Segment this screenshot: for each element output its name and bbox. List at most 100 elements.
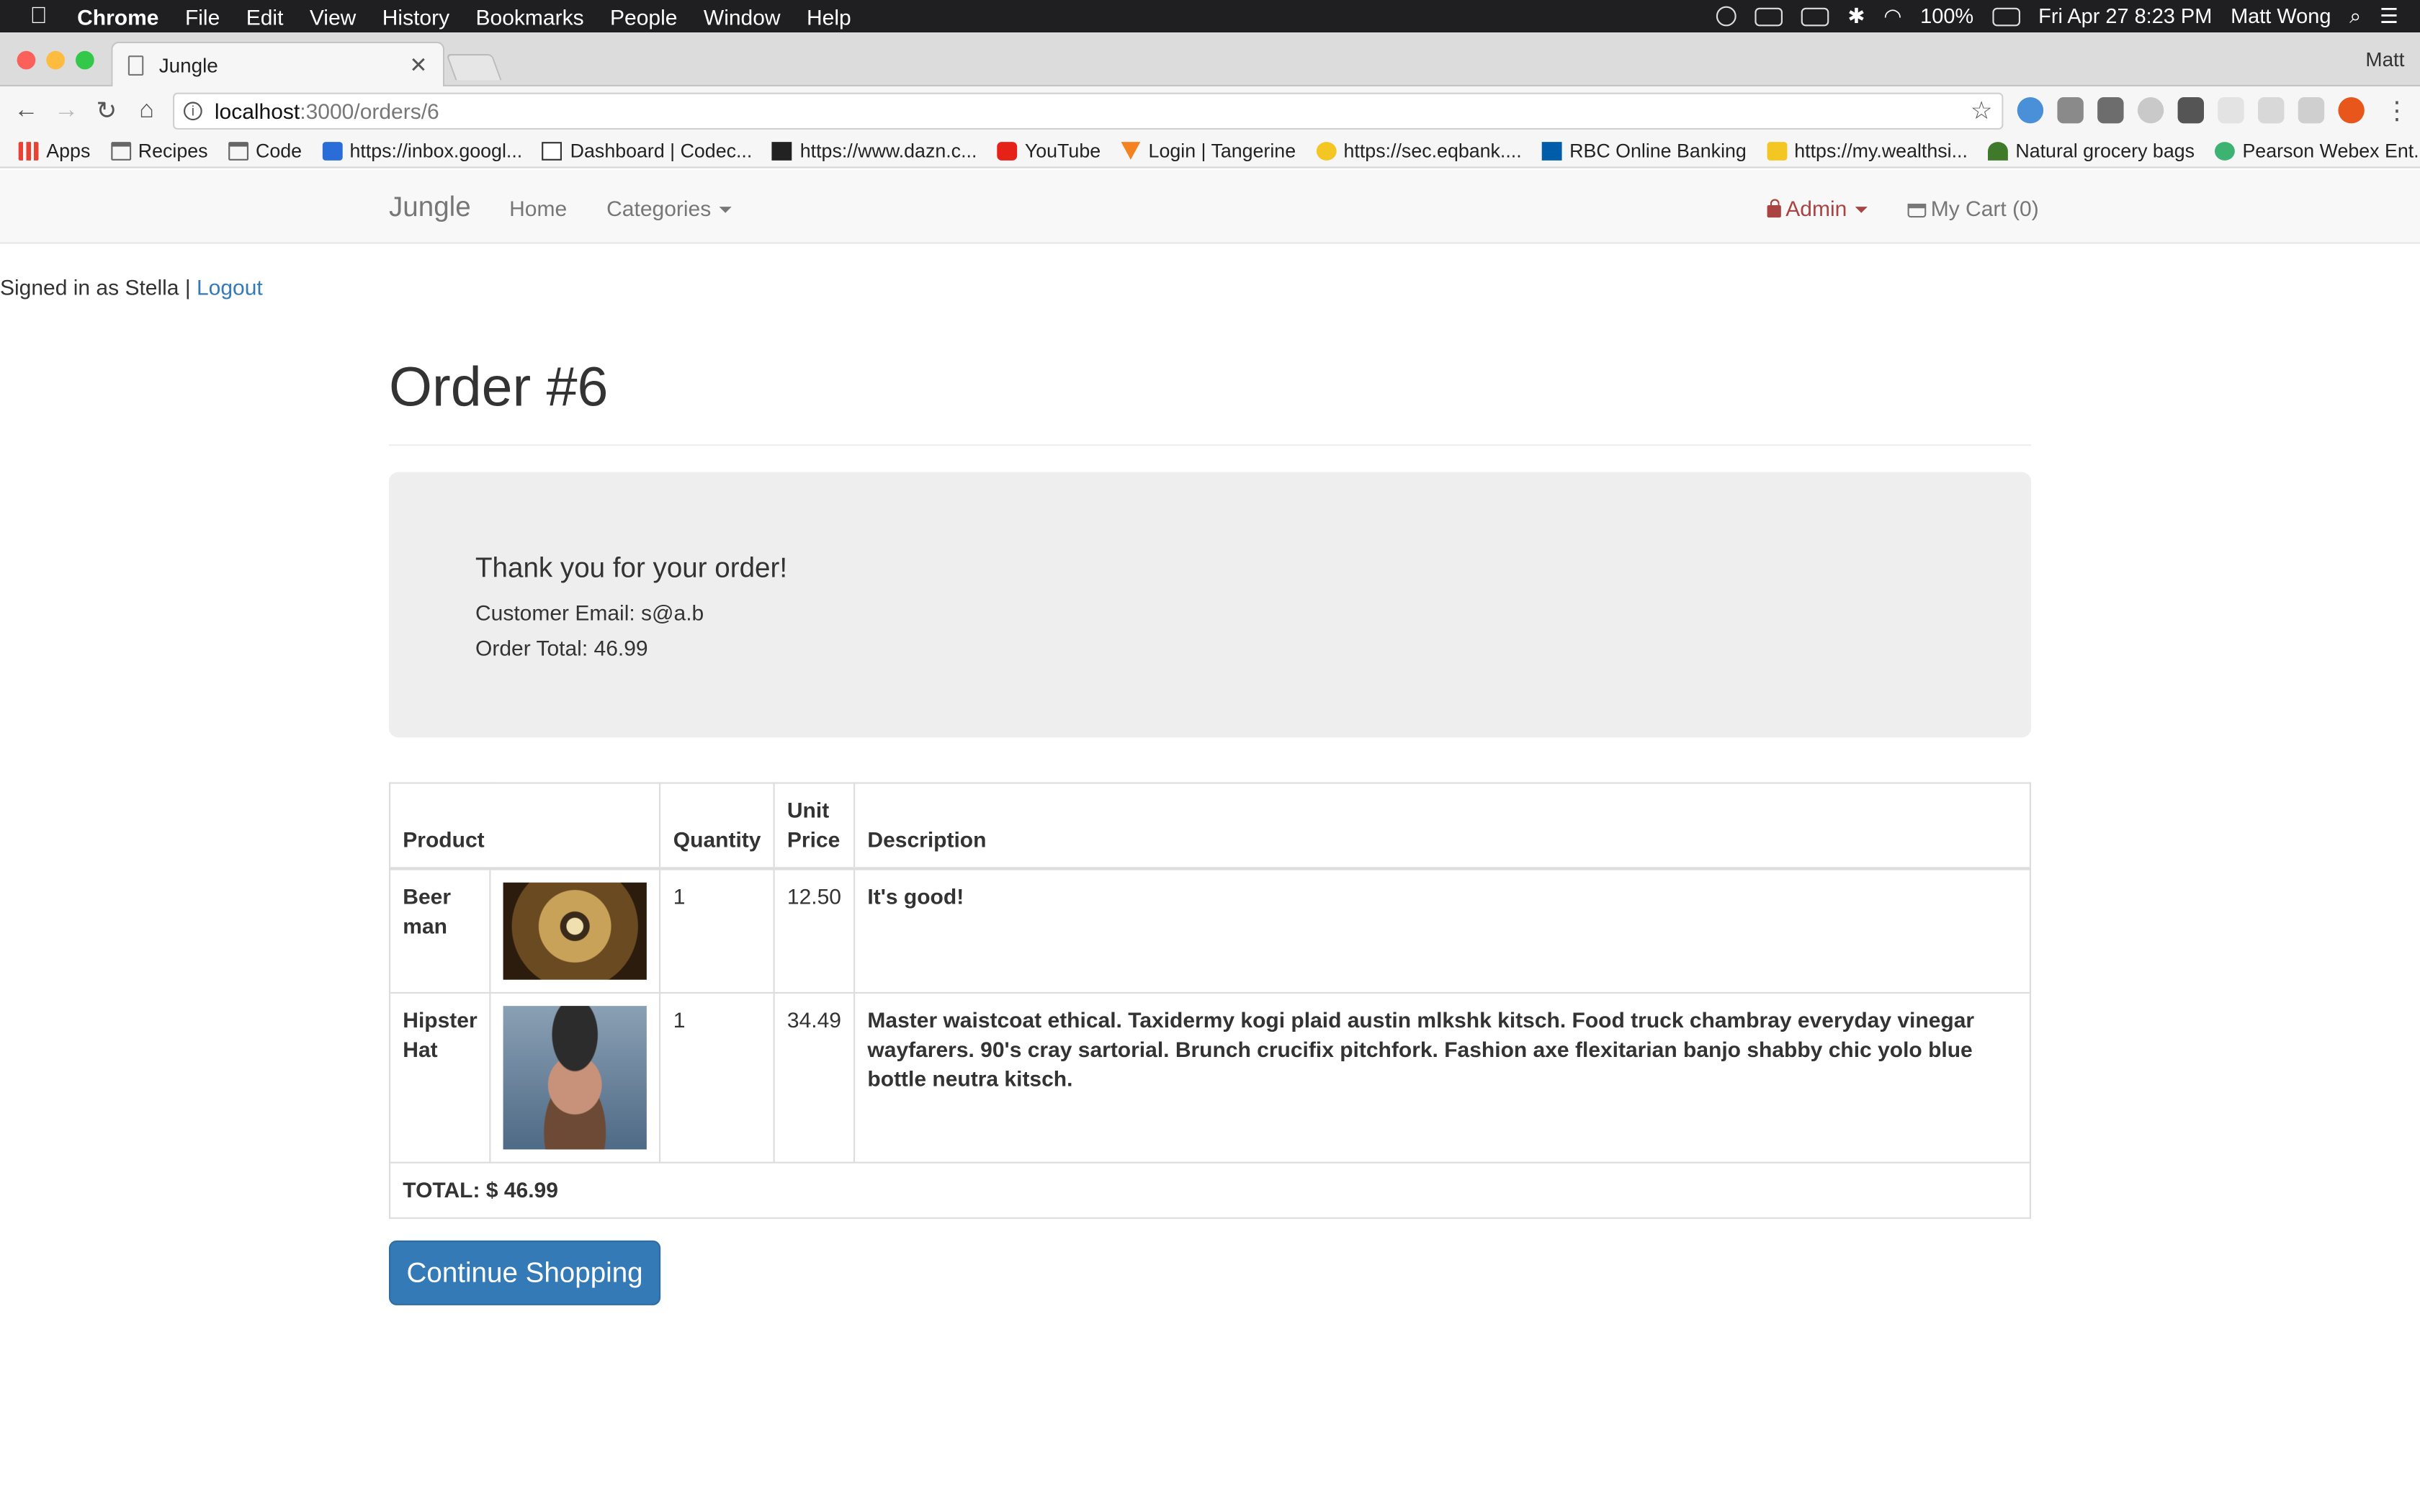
extension-icon[interactable] [2097, 97, 2124, 124]
bookmark-tangerine[interactable]: Login | Tangerine [1120, 139, 1296, 161]
wifi-icon[interactable]: ◠ [1883, 4, 1901, 28]
skype-extension-icon[interactable] [2137, 97, 2164, 124]
close-window-button[interactable] [17, 50, 36, 70]
menu-window[interactable]: Window [704, 4, 781, 28]
menu-view[interactable]: View [310, 4, 356, 28]
codecademy-icon [542, 141, 563, 160]
header-product: Product [388, 782, 661, 870]
bookmark-label: Natural grocery bags [2015, 139, 2195, 161]
header-description: Description [853, 782, 2031, 870]
product-image-cell [489, 991, 661, 1164]
browser-toolbar: ← → ↻ ⌂ i localhost :3000/orders/6 ☆ ⋮ [0, 86, 2420, 135]
pocket-extension-icon[interactable] [2177, 97, 2204, 124]
nav-cart-link[interactable]: My Cart (0) [1907, 196, 2039, 220]
bookmark-label: Pearson Webex Ent... [2242, 139, 2420, 161]
bookmark-youtube[interactable]: YouTube [997, 140, 1101, 161]
bookmark-apps[interactable]: Apps [18, 139, 91, 161]
menu-edit[interactable]: Edit [246, 4, 284, 28]
address-bar[interactable]: i localhost :3000/orders/6 ☆ [173, 92, 2004, 130]
bluetooth-icon[interactable]: ✱ [1847, 4, 1865, 28]
chrome-extension-icon[interactable] [2017, 97, 2044, 124]
status-tray: ✱ ◠ 100% Fri Apr 27 8:23 PM Matt Wong ⌕ … [1716, 4, 2420, 28]
menu-people[interactable]: People [610, 4, 677, 28]
thank-you-heading: Thank you for your order! [475, 552, 788, 583]
bookmark-label: https://sec.eqbank.... [1343, 139, 1522, 161]
table-header-row: Product Quantity Unit Price Description [388, 782, 2031, 870]
menu-file[interactable]: File [185, 4, 220, 28]
bookmark-eqbank[interactable]: https://sec.eqbank.... [1315, 139, 1522, 161]
close-tab-icon[interactable]: ✕ [409, 53, 427, 78]
extension-icon[interactable] [2298, 97, 2325, 124]
profile-button[interactable]: Matt [2365, 48, 2404, 71]
menu-app-name[interactable]: Chrome [77, 4, 158, 28]
bookmark-wealthsimple[interactable]: https://my.wealthsi... [1766, 140, 1968, 161]
forward-arrow-icon[interactable]: → [46, 96, 86, 125]
menu-bookmarks[interactable]: Bookmarks [476, 4, 584, 28]
caret-down-icon [718, 207, 732, 214]
caret-down-icon [1855, 207, 1868, 214]
bookmark-inbox[interactable]: https://inbox.googl... [321, 140, 522, 161]
battery-percent[interactable]: 100% [1920, 4, 1973, 27]
menu-help[interactable]: Help [807, 4, 851, 28]
airplay-icon[interactable] [1801, 6, 1829, 26]
site-info-icon[interactable]: i [183, 102, 202, 121]
screen:  Chrome File Edit View History Bookmark… [0, 0, 2420, 1512]
hat-status-icon[interactable] [1716, 6, 1736, 27]
logout-link[interactable]: Logout [197, 274, 263, 299]
notification-center-icon[interactable]: ☰ [2380, 4, 2398, 28]
nav-categories-dropdown[interactable]: Categories [606, 196, 732, 220]
extension-icon[interactable] [2258, 97, 2285, 124]
continue-shopping-button[interactable]: Continue Shopping [389, 1240, 661, 1305]
bookmark-star-icon[interactable]: ☆ [1971, 96, 1993, 127]
nav-admin-label: Admin [1785, 196, 1847, 221]
menu-history[interactable]: History [382, 4, 449, 28]
apple-menu-icon[interactable]:  [0, 3, 77, 29]
url-host: localhost [214, 99, 300, 124]
extension-icon[interactable] [2057, 97, 2084, 124]
order-items-table: Product Quantity Unit Price Description … [388, 782, 2031, 1219]
bookmark-grocery-bags[interactable]: Natural grocery bags [1987, 139, 2195, 161]
bookmark-code[interactable]: Code [228, 140, 302, 161]
wealthsimple-icon [1766, 141, 1787, 160]
user-name[interactable]: Matt Wong [2231, 4, 2331, 27]
page-title: Order #6 [389, 354, 609, 418]
extension-icon[interactable] [2338, 97, 2365, 124]
inbox-icon [321, 141, 342, 160]
tab-jungle[interactable]: Jungle ✕ [111, 41, 445, 89]
youtube-icon [997, 141, 1018, 160]
reload-icon[interactable]: ↻ [86, 95, 127, 126]
eqbank-icon [1315, 141, 1336, 160]
minimize-window-button[interactable] [46, 50, 65, 70]
bookmark-codecademy[interactable]: Dashboard | Codec... [542, 140, 752, 161]
clock[interactable]: Fri Apr 27 8:23 PM [2038, 4, 2212, 27]
bookmark-webex[interactable]: Pearson Webex Ent... [2214, 139, 2420, 161]
home-icon[interactable]: ⌂ [127, 96, 167, 125]
product-name: Beer man [388, 868, 491, 994]
battery-icon[interactable] [1991, 6, 2020, 26]
product-name: Hipster Hat [388, 991, 491, 1164]
bookmark-label: Apps [46, 139, 91, 161]
tangerine-icon [1120, 141, 1141, 160]
spotlight-search-icon[interactable]: ⌕ [2349, 4, 2361, 28]
table-row: Hipster Hat 1 34.49 Master waistcoat eth… [388, 991, 2031, 1164]
back-arrow-icon[interactable]: ← [6, 96, 47, 125]
bookmark-recipes[interactable]: Recipes [110, 140, 208, 161]
apps-icon [18, 141, 39, 160]
chrome-menu-icon[interactable]: ⋮ [2385, 96, 2409, 127]
bookmark-label: Login | Tangerine [1148, 139, 1296, 161]
display-status-icon[interactable] [1754, 6, 1783, 26]
grocery-icon [1987, 141, 2008, 160]
hipster-hat-image [503, 1006, 647, 1150]
header-quantity: Quantity [659, 782, 775, 870]
bookmark-rbc[interactable]: RBC Online Banking [1541, 140, 1747, 161]
nav-home-link[interactable]: Home [509, 196, 567, 220]
quantity-cell: 1 [659, 868, 775, 994]
bookmark-dazn[interactable]: https://www.dazn.c... [772, 140, 977, 161]
brand-link[interactable]: Jungle [389, 192, 471, 224]
signed-in-status: Signed in as Stella | Logout [0, 274, 263, 299]
extension-icon[interactable] [2218, 97, 2244, 124]
description-cell: It's good! [853, 868, 2031, 994]
nav-admin-dropdown[interactable]: Admin [1767, 196, 1868, 220]
new-tab-button[interactable] [446, 54, 502, 81]
zoom-window-button[interactable] [76, 50, 94, 70]
